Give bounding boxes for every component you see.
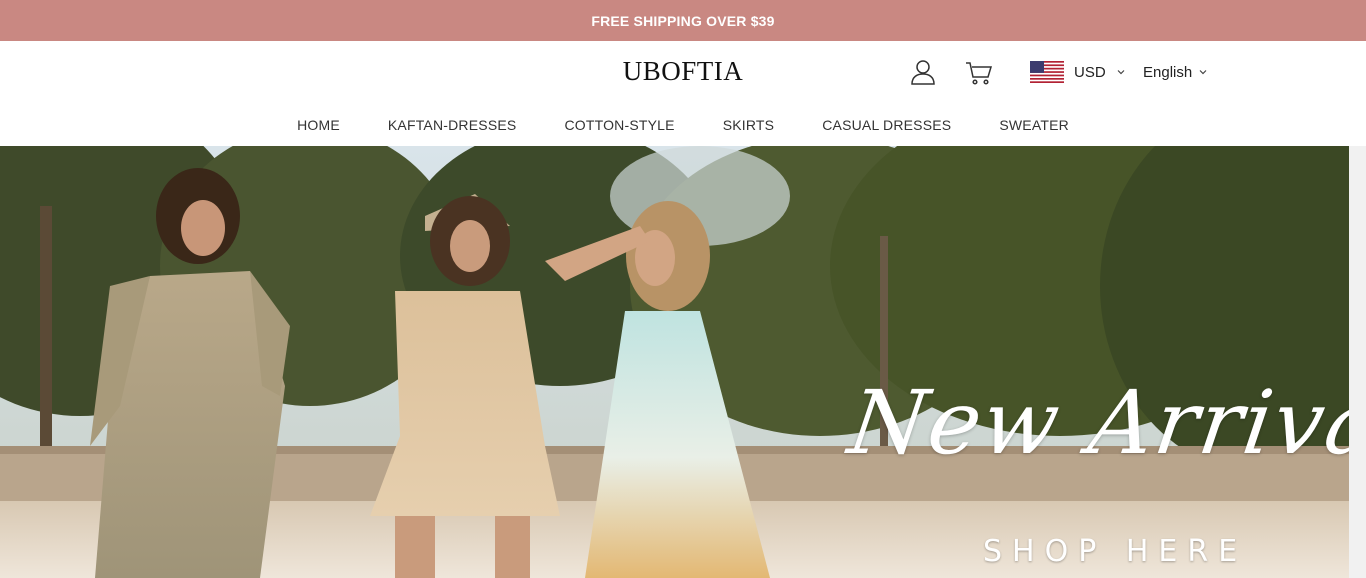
shop-here-button[interactable]: SHOP HERE xyxy=(983,534,1247,569)
chevron-down-icon xyxy=(1199,70,1207,75)
chevron-down-icon xyxy=(1117,70,1125,75)
user-icon[interactable] xyxy=(908,57,938,87)
main-nav: HOME KAFTAN-DRESSES COTTON-STYLE SKIRTS … xyxy=(0,105,1366,145)
page-scrollbar[interactable] xyxy=(1349,146,1366,578)
nav-item-sweater[interactable]: SWEATER xyxy=(999,117,1069,133)
nav-item-home[interactable]: HOME xyxy=(297,117,340,133)
announcement-text: FREE SHIPPING OVER $39 xyxy=(591,12,775,29)
nav-item-casual-dresses[interactable]: CASUAL DRESSES xyxy=(822,117,951,133)
language-label: English xyxy=(1143,63,1193,81)
nav-item-kaftan-dresses[interactable]: KAFTAN-DRESSES xyxy=(388,117,517,133)
language-selector[interactable]: English xyxy=(1143,59,1208,85)
nav-item-skirts[interactable]: SKIRTS xyxy=(723,117,775,133)
hero-banner[interactable]: New Arrival SHOP HERE xyxy=(0,146,1349,578)
announcement-bar: FREE SHIPPING OVER $39 xyxy=(0,0,1366,41)
hero-title: New Arrival xyxy=(842,371,1349,474)
us-flag-icon xyxy=(1030,61,1064,83)
site-header: UBOFTIA USD English xyxy=(0,41,1366,105)
cart-icon[interactable] xyxy=(964,57,994,87)
nav-item-cotton-style[interactable]: COTTON-STYLE xyxy=(564,117,674,133)
currency-selector[interactable]: USD xyxy=(1030,59,1126,85)
currency-code: USD xyxy=(1074,63,1106,81)
hero-image xyxy=(0,146,1349,578)
